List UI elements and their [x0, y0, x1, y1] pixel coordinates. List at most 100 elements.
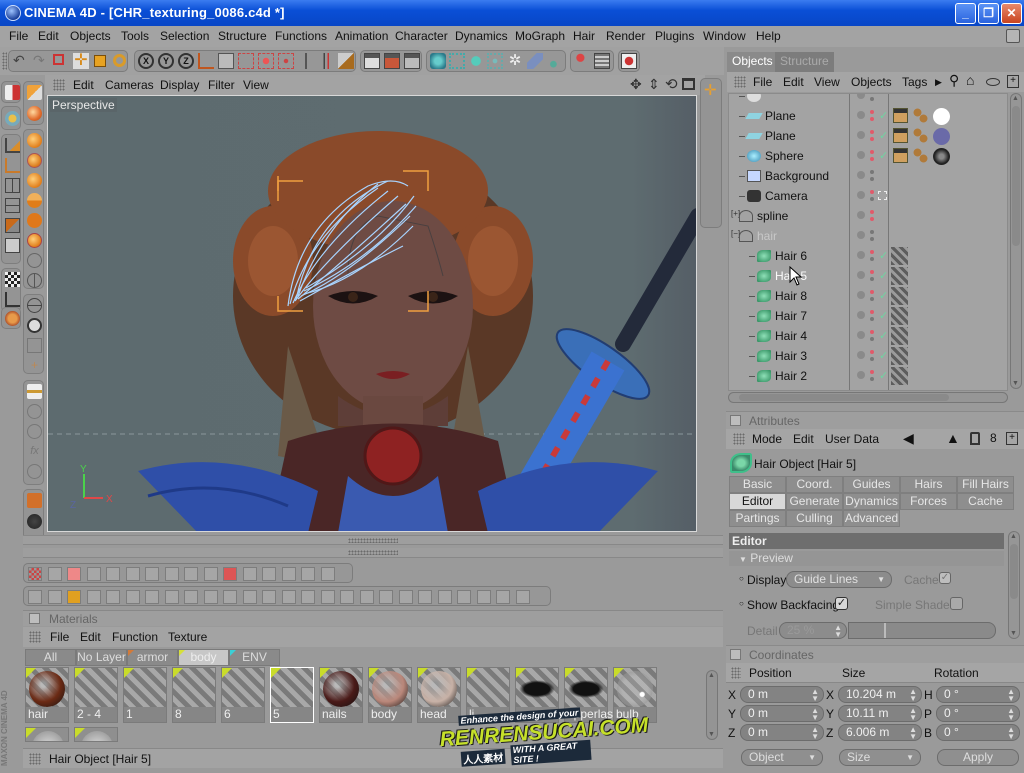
fill-hole-icon[interactable]: [320, 590, 335, 604]
materials-menu-function[interactable]: Function: [112, 630, 158, 644]
normal-move-icon[interactable]: [379, 590, 393, 604]
scroll-thumb[interactable]: [1012, 106, 1020, 246]
attr-tab-forces[interactable]: Forces: [900, 493, 957, 510]
material-tag-icon[interactable]: [913, 148, 928, 163]
spinner-icon[interactable]: ▲ ▼: [1007, 726, 1015, 741]
render-safe-icon[interactable]: [27, 384, 42, 399]
sphere-iso-icon[interactable]: [27, 233, 42, 248]
object-row[interactable]: Camera: [729, 186, 1007, 206]
editor-visibility-icon[interactable]: [870, 250, 874, 254]
timeline-icon[interactable]: [594, 53, 610, 69]
grid-icon[interactable]: [203, 567, 218, 581]
enabled-check-icon[interactable]: ✓: [879, 109, 888, 122]
coordinates-panel-toggle[interactable]: [730, 649, 741, 660]
editor-visibility-icon[interactable]: [870, 370, 874, 374]
materials-menu-file[interactable]: File: [50, 630, 69, 644]
rotation-b-field[interactable]: 0 ° ▲ ▼: [936, 724, 1020, 741]
sweep-icon[interactable]: [262, 567, 276, 581]
object-row[interactable]: Hair 7 ✓: [729, 306, 1007, 326]
mirror-icon[interactable]: [164, 590, 179, 604]
editor-visibility-icon[interactable]: [870, 210, 874, 214]
eye-toggle-icon[interactable]: [27, 493, 42, 508]
attr-tab-coord[interactable]: Coord.: [786, 476, 843, 493]
attr-tab-guides[interactable]: Guides: [843, 476, 900, 493]
spinner-icon[interactable]: ▲ ▼: [1007, 688, 1015, 703]
editor-visibility-icon[interactable]: [870, 270, 874, 274]
editor-visibility-icon[interactable]: [870, 310, 874, 314]
edge-cut-icon[interactable]: [301, 590, 315, 604]
viewport-menu-grip[interactable]: [53, 79, 65, 91]
menu-dynamics[interactable]: Dynamics: [455, 29, 508, 43]
viewport-menu-display[interactable]: Display: [160, 78, 199, 92]
attr-tab-cache[interactable]: Cache: [957, 493, 1014, 510]
object-tree-hscrollbar[interactable]: [728, 392, 1008, 403]
layer-tab-env[interactable]: ENV: [229, 649, 280, 666]
enabled-check-icon[interactable]: ✓: [879, 149, 888, 162]
scale-icon[interactable]: [94, 55, 106, 67]
object-row[interactable]: Hair 3 ✓: [729, 346, 1007, 366]
wireframe-icon[interactable]: [27, 253, 42, 268]
axis-mode-icon[interactable]: [5, 138, 20, 153]
attr-tab-dynamics[interactable]: Dynamics: [843, 493, 900, 510]
pan-icon[interactable]: ✥: [630, 76, 642, 93]
size-x-field[interactable]: 10.204 m ▲ ▼: [838, 686, 922, 703]
visibility-dot[interactable]: [857, 291, 865, 299]
material-swatch[interactable]: 6: [221, 667, 265, 723]
render-region-icon[interactable]: [621, 53, 637, 69]
object-menu-tags[interactable]: Tags: [902, 75, 927, 89]
object-row[interactable]: Hair 2 ✓: [729, 366, 1007, 386]
enabled-check-icon[interactable]: ✓: [879, 289, 888, 302]
coordinates-grip[interactable]: [731, 667, 741, 679]
polygon-select-icon[interactable]: [67, 567, 81, 581]
camera-target-icon[interactable]: [574, 53, 590, 69]
sphere-flat-icon[interactable]: [27, 153, 42, 168]
layer-tab-body[interactable]: body: [178, 649, 229, 666]
connect-icon[interactable]: [242, 590, 257, 604]
normal-rotate-icon[interactable]: [418, 590, 432, 604]
object-row[interactable]: Plane ✓: [729, 126, 1007, 146]
model-mode-icon[interactable]: [218, 53, 234, 69]
spinner-icon[interactable]: ▲ ▼: [909, 688, 917, 703]
attr-tab-editor[interactable]: Editor: [729, 493, 786, 510]
menu-functions[interactable]: Functions: [275, 29, 327, 43]
preview-subsection[interactable]: ▼ Preview: [729, 551, 1004, 566]
point-mode-icon[interactable]: [258, 53, 274, 69]
spline-icon[interactable]: [468, 53, 484, 69]
smart-shading-icon[interactable]: [27, 85, 42, 100]
eye-icon[interactable]: [986, 78, 1000, 86]
render-visibility-icon[interactable]: [870, 97, 874, 101]
scroll-up-icon[interactable]: ▲: [708, 672, 715, 679]
move-icon[interactable]: ✛: [73, 53, 89, 69]
render-visibility-icon[interactable]: [870, 377, 874, 381]
sphere-lines-icon[interactable]: [27, 193, 42, 208]
attr-tab-culling[interactable]: Culling: [786, 510, 843, 527]
editor-visibility-icon[interactable]: [870, 190, 874, 194]
points-select-icon[interactable]: [28, 567, 42, 581]
maximize-button[interactable]: ❐: [978, 3, 999, 24]
render-visibility-icon[interactable]: [870, 257, 874, 261]
visibility-dot[interactable]: [857, 311, 865, 319]
attributes-menu-edit[interactable]: Edit: [793, 432, 814, 446]
tag-tool-icon[interactable]: +: [27, 358, 42, 373]
object-row[interactable]: [+] spline: [729, 206, 1007, 226]
hscroll-thumb[interactable]: [739, 394, 949, 401]
editor-visibility-icon[interactable]: [870, 170, 874, 174]
object-menu-file[interactable]: File: [753, 75, 772, 89]
search-icon[interactable]: ⚲: [949, 72, 959, 89]
enabled-check-icon[interactable]: ✓: [879, 329, 888, 342]
render-tag-icon[interactable]: [893, 148, 908, 163]
perspective-viewport[interactable]: Perspective Y X Z: [47, 95, 697, 532]
deformer-icon[interactable]: [487, 53, 503, 69]
visibility-dot[interactable]: [857, 211, 865, 219]
materials-menu-grip[interactable]: [29, 631, 41, 643]
editor-visibility-icon[interactable]: [870, 230, 874, 234]
size-y-field[interactable]: 10.11 m ▲ ▼: [838, 705, 922, 722]
array-icon[interactable]: [223, 567, 237, 581]
visibility-dot[interactable]: [857, 191, 865, 199]
bevel-icon[interactable]: [106, 567, 120, 581]
x-axis-lock-icon[interactable]: X: [138, 53, 154, 69]
visibility-dot[interactable]: [857, 331, 865, 339]
menu-structure[interactable]: Structure: [218, 29, 267, 43]
camera-target-tag-icon[interactable]: [878, 191, 887, 200]
close-hole-icon[interactable]: [223, 590, 237, 604]
